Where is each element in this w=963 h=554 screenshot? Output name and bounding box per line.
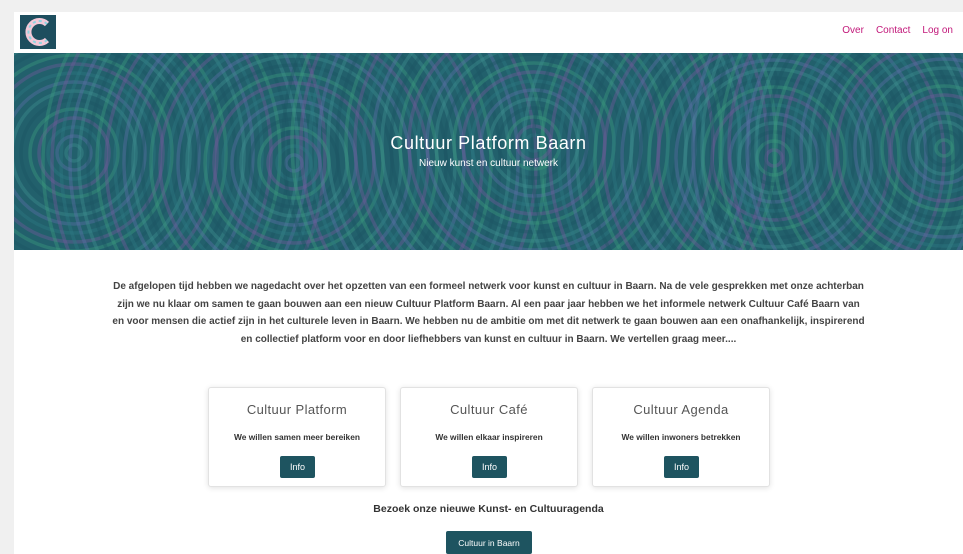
- nav-over[interactable]: Over: [842, 25, 864, 36]
- hero-subtitle: Nieuw kunst en cultuur netwerk: [419, 158, 558, 169]
- agenda-invite-text: Bezoek onze nieuwe Kunst- en Cultuuragen…: [373, 503, 604, 515]
- logo-c-icon: [25, 18, 50, 46]
- card-cultuur-platform: Cultuur Platform We willen samen meer be…: [208, 387, 386, 487]
- card-cultuur-agenda: Cultuur Agenda We willen inwoners betrek…: [592, 387, 770, 487]
- hero-banner: Cultuur Platform Baarn Nieuw kunst en cu…: [14, 53, 963, 250]
- card-text: We willen elkaar inspireren: [435, 432, 543, 442]
- info-button-cafe[interactable]: Info: [472, 456, 507, 478]
- card-cultuur-cafe: Cultuur Café We willen elkaar inspireren…: [400, 387, 578, 487]
- logo[interactable]: [20, 15, 56, 49]
- nav-log-on[interactable]: Log on: [922, 25, 953, 36]
- header: Over Contact Log on: [14, 12, 963, 53]
- top-nav: Over Contact Log on: [842, 25, 953, 36]
- card-title: Cultuur Café: [450, 402, 528, 417]
- intro-text: De afgelopen tijd hebben we nagedacht ov…: [112, 281, 865, 345]
- card-title: Cultuur Agenda: [633, 402, 729, 417]
- info-button-platform[interactable]: Info: [280, 456, 315, 478]
- card-title: Cultuur Platform: [246, 402, 348, 417]
- cultuur-in-baarn-button[interactable]: Cultuur in Baarn: [446, 531, 532, 554]
- card-text: We willen samen meer bereiken: [234, 432, 360, 442]
- page: Over Contact Log on Cultuur Platform Baa…: [14, 12, 963, 554]
- nav-contact[interactable]: Contact: [876, 25, 910, 36]
- info-button-agenda[interactable]: Info: [664, 456, 699, 478]
- hero-title: Cultuur Platform Baarn: [390, 133, 587, 153]
- card-text: We willen inwoners betrekken: [621, 432, 741, 442]
